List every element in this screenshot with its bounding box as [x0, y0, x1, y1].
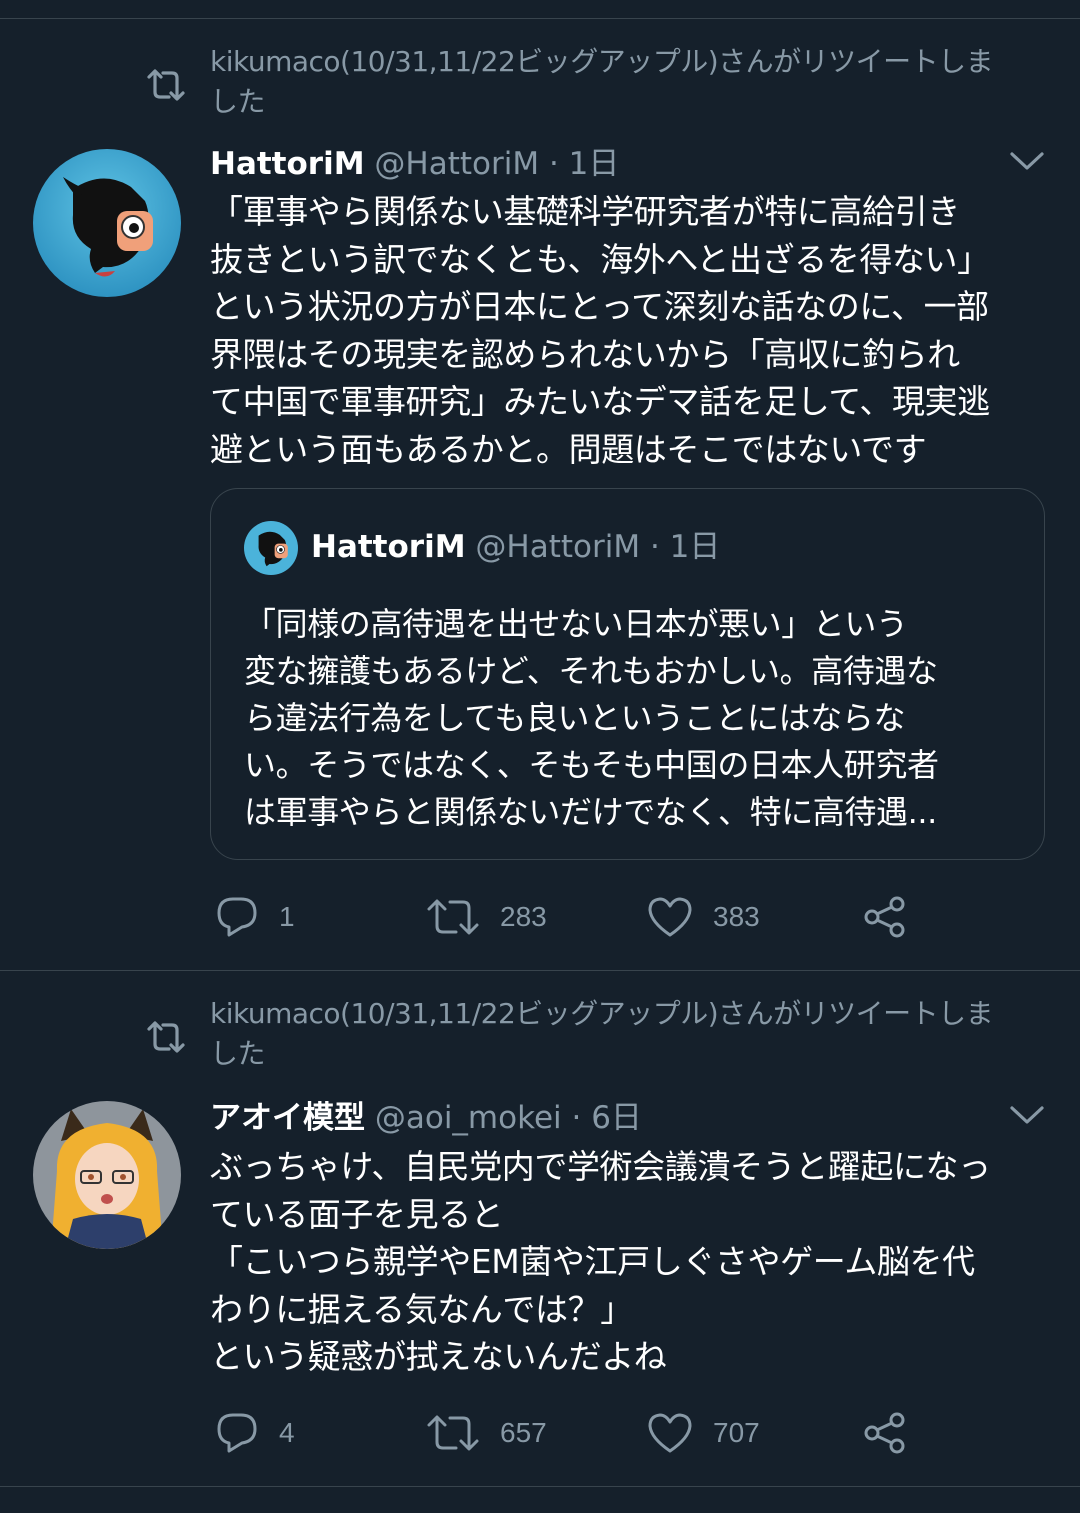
share-button[interactable]: [862, 892, 908, 942]
reply-button[interactable]: 4: [215, 1408, 295, 1458]
reply-count: 4: [279, 1417, 295, 1448]
tweet-text-line: 「軍事やら関係ない基礎科学研究者が特に高給引き: [210, 192, 960, 231]
chevron-down-icon[interactable]: [1008, 1100, 1046, 1130]
tweet-text-line: わりに据える気なんでは？」: [210, 1289, 633, 1329]
quoted-header: HattoriM @HattoriM · 1日: [311, 525, 720, 569]
like-button[interactable]: 707: [647, 1408, 760, 1458]
quoted-avatar: [244, 521, 298, 575]
like-count: 383: [713, 901, 760, 932]
tweet-text-line: という疑惑が拭えないんだよね: [210, 1337, 667, 1376]
like-count: 707: [713, 1417, 760, 1448]
display-name[interactable]: HattoriM: [210, 146, 365, 182]
tweet-header: HattoriM @HattoriM · 1日: [210, 142, 1050, 186]
tweet-actions: 4 657 707: [210, 1408, 970, 1458]
share-button[interactable]: [862, 1408, 908, 1458]
tweet-text-line: ぶっちゃけ、自民党内で学術会議潰そうと躍起になっ: [210, 1147, 991, 1186]
retweet-icon: [147, 69, 185, 101]
reply-count: 1: [279, 901, 295, 932]
reply-icon: [217, 1413, 257, 1453]
tweet-header: アオイ模型 @aoi_mokei · 6日: [210, 1096, 1050, 1140]
quoted-text-line: ら違法行為をしても良いということにはならな: [244, 699, 906, 737]
tweet-text-line: 避という面もあるかと。問題はそこではないです: [210, 429, 927, 469]
tweet-text-line: という状況の方が日本にとって深刻な話なのに、一部: [210, 287, 989, 326]
like-icon: [648, 1413, 692, 1453]
quoted-text-line: い。そうではなく、そもそも中国の日本人研究者: [244, 746, 939, 784]
retweet-context-line: した: [210, 1037, 266, 1070]
tweet-text-line: 界隈はその現実を認められないから「高収に釣られ: [210, 334, 960, 374]
tweet-text-line: 「こいつら親学やEM菌や江戸しぐさやゲーム脳を代: [210, 1242, 975, 1281]
tweet-actions: 1 283 383: [210, 892, 970, 942]
retweet-context-line: kikumaco(10/31,11/22ビッグアップル)さんがリツイートしま: [210, 997, 994, 1030]
quoted-display-name: HattoriM: [311, 529, 466, 565]
retweet-icon: [427, 899, 479, 935]
display-name[interactable]: アオイ模型: [210, 1100, 365, 1136]
quoted-tweet[interactable]: HattoriM @HattoriM · 1日 「同様の高待遇を出せない日本が悪…: [210, 488, 1045, 860]
retweet-count: 283: [500, 901, 547, 932]
tweet-text-line: 抜きという訳でなくとも、海外へと出ざるを得ない」: [210, 239, 990, 279]
like-button[interactable]: 383: [647, 892, 760, 942]
chevron-down-icon[interactable]: [1008, 146, 1046, 176]
quoted-text-line: 変な擁護もあるけど、それもおかしい。高待遇な: [244, 652, 938, 690]
retweet-icon: [427, 1415, 479, 1451]
tweet-divider: [0, 1486, 1080, 1487]
avatar[interactable]: [33, 149, 181, 297]
retweet-button[interactable]: 283: [426, 892, 547, 942]
like-icon: [648, 897, 692, 937]
share-icon: [864, 1412, 905, 1454]
retweet-button[interactable]: 657: [426, 1408, 547, 1458]
retweet-context-line: した: [210, 85, 266, 118]
tweet-text: ぶっちゃけ、自民党内で学術会議潰そうと躍起になっ ている面子を見ると 「こいつら…: [210, 1143, 1060, 1381]
reply-button[interactable]: 1: [215, 892, 295, 942]
quoted-text-line: 「同様の高待遇を出せない日本が悪い」という: [244, 605, 908, 643]
handle[interactable]: @aoi_mokei: [375, 1100, 562, 1136]
tweet-text-line: ている面子を見ると: [210, 1194, 504, 1234]
handle[interactable]: @HattoriM: [374, 146, 539, 182]
quoted-timestamp: · 1日: [649, 529, 721, 565]
retweet-context-text[interactable]: kikumaco(10/31,11/22ビッグアップル)さんがリツイートしま し…: [210, 994, 1050, 1074]
avatar[interactable]: [33, 1101, 181, 1249]
tweet-text-line: て中国で軍事研究」みたいなデマ話を足して、現実逃: [210, 382, 990, 421]
tweet[interactable]: kikumaco(10/31,11/22ビッグアップル)さんがリツイートしま し…: [0, 0, 1080, 970]
timestamp[interactable]: · 1日: [549, 146, 619, 182]
quoted-text-line: は軍事やらと関係ないだけでなく、特に高待遇...: [244, 793, 937, 831]
tweet[interactable]: kikumaco(10/31,11/22ビッグアップル)さんがリツイートしま し…: [0, 971, 1080, 1486]
timestamp[interactable]: · 6日: [572, 1100, 642, 1136]
quoted-text: 「同様の高待遇を出せない日本が悪い」という 変な擁護もあるけど、それもおかしい。…: [244, 601, 1034, 836]
share-icon: [864, 896, 905, 938]
quoted-handle: @HattoriM: [475, 529, 641, 565]
retweet-icon: [147, 1021, 185, 1053]
retweet-count: 657: [500, 1417, 547, 1448]
retweet-context-line: kikumaco(10/31,11/22ビッグアップル)さんがリツイートしま: [210, 45, 994, 78]
reply-icon: [217, 897, 257, 937]
retweet-context-text[interactable]: kikumaco(10/31,11/22ビッグアップル)さんがリツイートしま し…: [210, 42, 1050, 122]
tweet-text: 「軍事やら関係ない基礎科学研究者が特に高給引き 抜きという訳でなくとも、海外へと…: [210, 188, 1060, 473]
